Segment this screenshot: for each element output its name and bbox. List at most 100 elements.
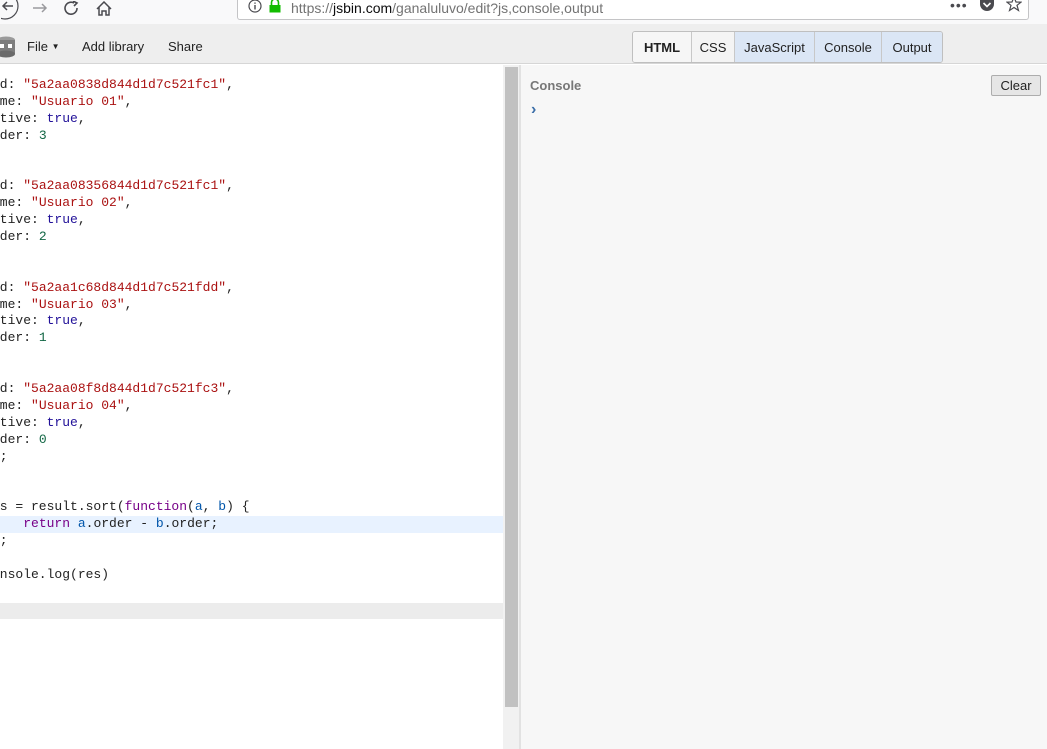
console-panel: Console Clear › — [521, 65, 1047, 749]
code-line: ctive: true, — [0, 212, 503, 229]
pocket-icon[interactable] — [979, 0, 995, 18]
tab-html[interactable]: HTML — [633, 32, 692, 62]
code-line: ]; — [0, 449, 503, 466]
code-token: rder: — [0, 431, 32, 447]
add-library-button[interactable]: Add library — [82, 39, 144, 54]
code-token: a — [77, 516, 86, 532]
code-token: , — [124, 397, 133, 413]
console-prompt-icon[interactable]: › — [531, 101, 536, 119]
code-line: onsole.log(res) — [0, 567, 503, 584]
code-line: ctive: true, — [0, 111, 503, 128]
file-menu[interactable]: File ▼ — [27, 39, 60, 54]
jsbin-logo-icon[interactable] — [0, 36, 16, 63]
code-token: function — [124, 499, 188, 515]
code-token: "5a2aa1c68d844d1d7c521fdd" — [23, 279, 227, 295]
code-line: id: "5a2aa08f8d844d1d7c521fc3", — [0, 381, 503, 398]
caret-down-icon: ▼ — [51, 42, 60, 51]
code-line: ame: "Usuario 02", — [0, 195, 503, 212]
clear-button[interactable]: Clear — [991, 75, 1041, 96]
url-path: /ganaluluvo/edit?js,console,output — [392, 0, 604, 16]
code-token: ); — [0, 533, 8, 549]
code-line: es = result.sort(function(a, b) { — [0, 499, 503, 516]
tab-output[interactable]: Output — [882, 32, 942, 62]
address-bar[interactable]: https://jsbin.com/ganaluluvo/edit?js,con… — [237, 0, 1029, 20]
home-icon[interactable] — [94, 0, 114, 20]
code-token: , — [77, 110, 86, 126]
url-prefix: https:// — [291, 0, 334, 16]
code-token: return — [23, 516, 71, 532]
code-token: "5a2aa08f8d844d1d7c521fc3" — [23, 381, 227, 397]
code-line: , — [0, 347, 503, 364]
code-token: true — [46, 110, 78, 126]
code-token: "5a2aa0838d844d1d7c521fc1" — [23, 77, 227, 92]
code-token: b — [218, 499, 227, 515]
code-line: rder: 3 — [0, 128, 503, 145]
code-token: ctive: — [0, 414, 39, 430]
tab-css[interactable]: CSS — [692, 32, 735, 62]
code-line: id: "5a2aa0838d844d1d7c521fc1", — [0, 77, 503, 94]
lock-icon[interactable] — [268, 0, 282, 18]
code-token: id: — [0, 178, 16, 194]
code-token: ctive: — [0, 212, 39, 228]
forward-arrow-icon[interactable] — [29, 0, 51, 20]
url-host: jsbin.com — [333, 0, 393, 16]
code-token: ) { — [226, 499, 250, 515]
code-line: ); — [0, 533, 503, 550]
code-token: , — [77, 212, 86, 228]
code-lines: id: "5a2aa0838d844d1d7c521fc1",ame: "Usu… — [0, 77, 503, 584]
code-line: ctive: true, — [0, 415, 503, 432]
code-line: , — [0, 246, 503, 263]
code-token: , — [226, 279, 234, 295]
code-token: .order; — [163, 516, 219, 532]
javascript-editor[interactable]: id: "5a2aa0838d844d1d7c521fc1",ame: "Usu… — [0, 65, 503, 749]
code-token: "Usuario 01" — [31, 93, 125, 109]
code-token: true — [46, 414, 78, 430]
back-arrow-icon[interactable] — [0, 0, 22, 20]
editor-scrollbar-thumb[interactable] — [505, 67, 518, 707]
panel-tabs: HTML CSS JavaScript Console Output — [632, 31, 943, 63]
code-token: rder: — [0, 127, 32, 143]
code-line: ame: "Usuario 04", — [0, 398, 503, 415]
code-token: , — [124, 93, 133, 109]
code-token: id: — [0, 77, 16, 92]
code-line: ame: "Usuario 03", — [0, 297, 503, 314]
code-token: , — [77, 313, 86, 329]
url-text: https://jsbin.com/ganaluluvo/edit?js,con… — [291, 0, 603, 16]
code-line: , — [0, 145, 503, 162]
code-token: 2 — [38, 229, 47, 245]
code-token: ame: — [0, 93, 24, 109]
code-token: "Usuario 02" — [31, 195, 125, 211]
code-token: "Usuario 04" — [31, 397, 125, 413]
code-token: onsole.log(res) — [0, 566, 110, 582]
page-actions-icon[interactable]: ••• — [950, 0, 968, 13]
code-line: return a.order - b.order; — [0, 516, 503, 534]
code-line: id: "5a2aa08356844d1d7c521fc1", — [0, 178, 503, 195]
code-token: ]; — [0, 448, 8, 464]
code-token: , — [124, 195, 133, 211]
code-token: , — [202, 499, 219, 515]
console-title: Console — [530, 78, 582, 93]
code-token: ame: — [0, 296, 24, 312]
code-token: , — [226, 381, 234, 397]
share-button[interactable]: Share — [168, 39, 203, 54]
code-token: "5a2aa08356844d1d7c521fc1" — [23, 178, 227, 194]
code-token: , — [226, 77, 234, 92]
editor-bottom-bar — [0, 603, 503, 619]
code-token: b — [155, 516, 164, 532]
code-line: rder: 1 — [0, 330, 503, 347]
reload-icon[interactable] — [62, 0, 82, 20]
code-token: es = result.sort( — [0, 499, 125, 515]
code-token: , — [124, 296, 133, 312]
code-line: rder: 2 — [0, 229, 503, 246]
info-icon[interactable] — [248, 0, 262, 18]
bookmark-star-icon[interactable] — [1005, 0, 1023, 17]
tab-javascript[interactable]: JavaScript — [735, 32, 815, 62]
tab-console[interactable]: Console — [815, 32, 882, 62]
file-menu-label: File — [27, 39, 48, 54]
